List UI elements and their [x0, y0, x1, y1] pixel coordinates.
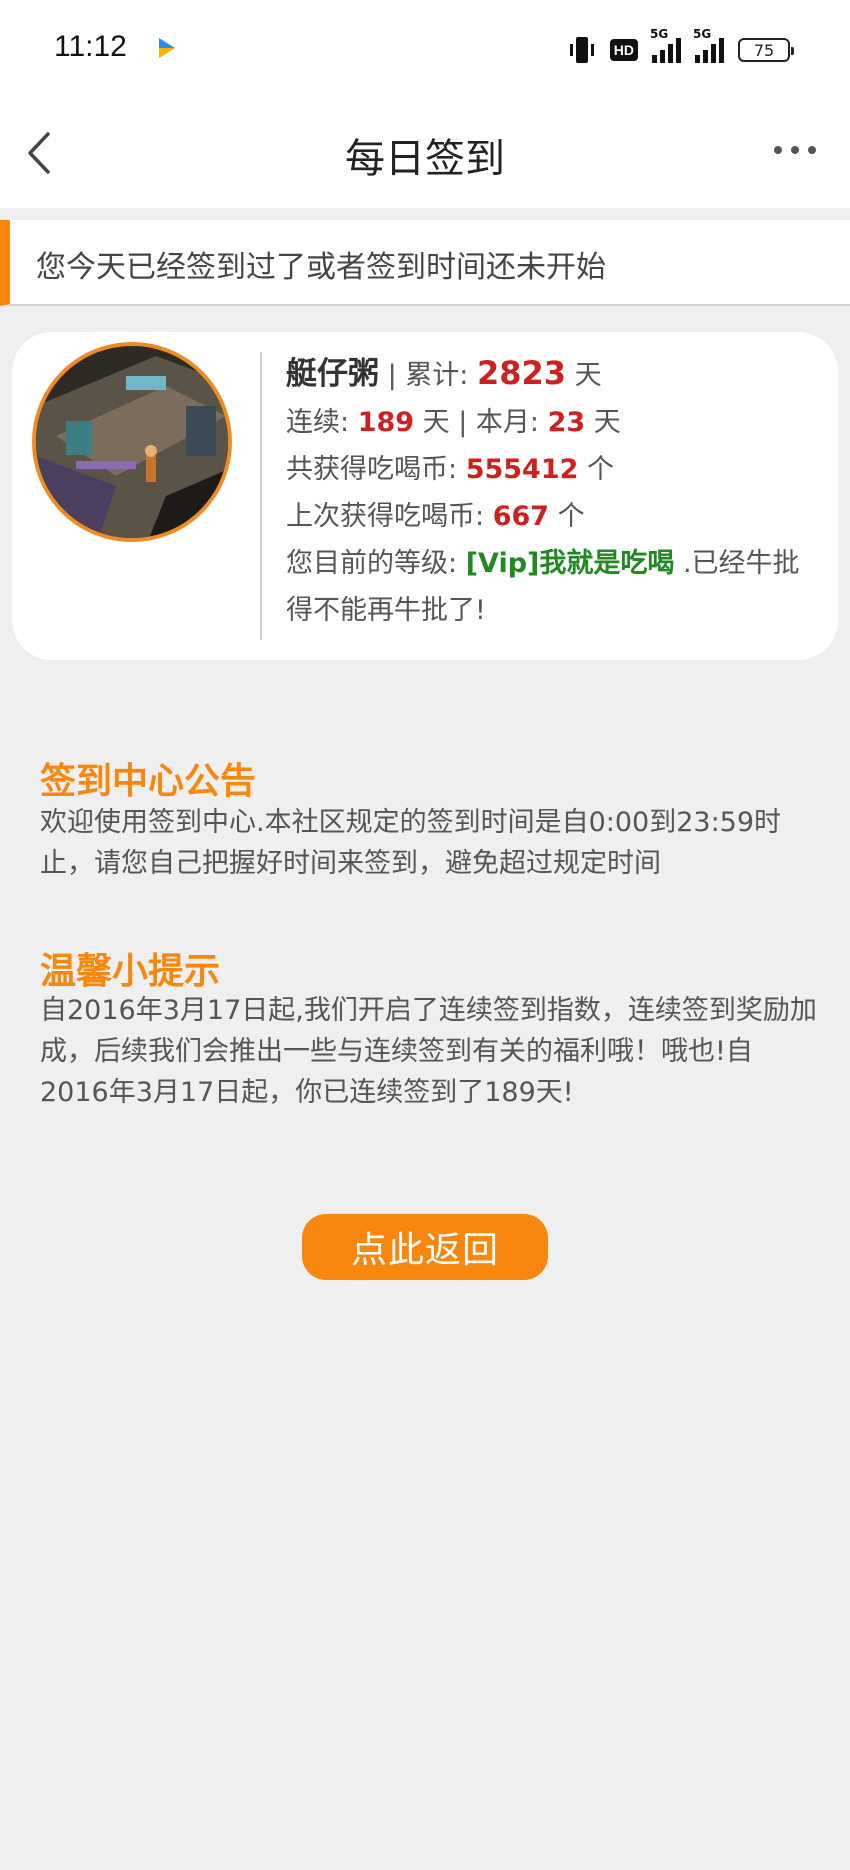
- separator: |: [379, 360, 406, 391]
- coins-total: 555412: [465, 454, 579, 485]
- month-days: 23: [547, 407, 586, 438]
- status-bar: 11:12 HD 5G 5G 75: [0, 0, 850, 100]
- page-title: 每日签到: [345, 136, 505, 182]
- day-unit: 天: [566, 360, 602, 391]
- profile-card: 艇仔粥 | 累计: 2823 天 连续: 189 天 | 本月: 23 天 共获…: [12, 332, 838, 660]
- stat-line-streak: 连续: 189 天 | 本月: 23 天: [286, 399, 826, 446]
- coin-unit: 个: [578, 454, 615, 485]
- more-options-icon[interactable]: [774, 146, 816, 154]
- stat-line-coins: 共获得吃喝币: 555412 个: [286, 446, 826, 493]
- streak-label: 连续:: [286, 407, 358, 438]
- level-name: [Vip]我就是吃喝: [465, 548, 675, 579]
- checkin-notice-banner: 您今天已经签到过了或者签到时间还未开始: [0, 220, 850, 306]
- level-label: 您目前的等级:: [286, 548, 466, 579]
- separator: 天 |: [414, 407, 476, 438]
- status-icons: HD 5G 5G 75: [568, 27, 794, 68]
- signal-5g-2-icon: 5G: [693, 27, 724, 63]
- avatar[interactable]: [32, 342, 232, 542]
- vibrate-icon: [569, 37, 594, 63]
- last-coins-label: 上次获得吃喝币:: [286, 501, 493, 532]
- signal-5g-icon: 5G: [650, 27, 681, 63]
- hd-icon: HD: [609, 39, 638, 61]
- status-time: 11:12: [54, 30, 127, 63]
- announcement-body: 欢迎使用签到中心.本社区规定的签到时间是自0:00到23:59时止，请您自己把握…: [40, 807, 782, 879]
- announcement-title: 签到中心公告: [40, 761, 257, 802]
- username[interactable]: 艇仔粥: [286, 356, 379, 392]
- stat-line-total: 艇仔粥 | 累计: 2823 天: [286, 350, 826, 399]
- total-days: 2823: [476, 354, 567, 392]
- app-notification-icon: [159, 38, 175, 58]
- month-label: 本月:: [475, 407, 548, 438]
- streak-days: 189: [357, 407, 415, 438]
- total-label: 累计:: [405, 360, 477, 391]
- battery-icon: 75: [738, 38, 794, 62]
- coin-unit: 个: [549, 501, 585, 532]
- notice-text: 您今天已经签到过了或者签到时间还未开始: [36, 250, 606, 285]
- battery-level: 75: [753, 40, 775, 60]
- stat-line-level: 您目前的等级: [Vip]我就是吃喝 .已经牛批得不能再牛批了!: [286, 540, 826, 634]
- stat-line-last-coins: 上次获得吃喝币: 667 个: [286, 493, 826, 540]
- profile-divider: [260, 352, 262, 640]
- tips-title: 温馨小提示: [40, 951, 221, 992]
- tips-body: 自2016年3月17日起,我们开启了连续签到指数，连续签到奖励加成，后续我们会推…: [40, 995, 817, 1108]
- last-coins: 667: [492, 501, 550, 532]
- profile-stats: 艇仔粥 | 累计: 2823 天 连续: 189 天 | 本月: 23 天 共获…: [286, 350, 826, 634]
- coins-label: 共获得吃喝币:: [286, 454, 466, 485]
- return-button[interactable]: 点此返回: [302, 1214, 548, 1280]
- avatar-image: [36, 346, 228, 538]
- navigation-bar: 每日签到: [0, 100, 850, 208]
- day-unit: 天: [585, 407, 621, 438]
